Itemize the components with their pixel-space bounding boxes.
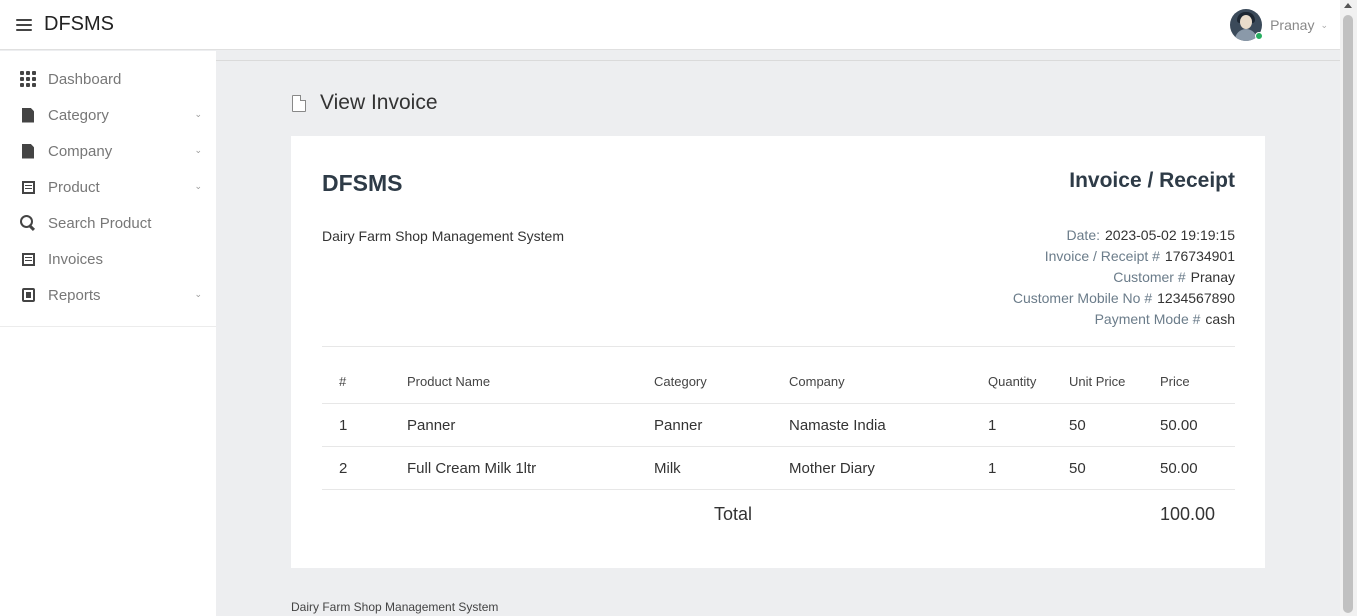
table-cell: 2	[339, 459, 348, 477]
list-icon	[20, 251, 36, 267]
table-cell: Milk	[654, 459, 681, 477]
vertical-scrollbar[interactable]	[1340, 0, 1357, 616]
sidebar-item-label: Category	[48, 106, 109, 124]
table-cell: Panner	[407, 416, 456, 434]
online-status-dot-icon	[1255, 32, 1264, 40]
page-title: View Invoice	[320, 91, 438, 114]
document-icon	[20, 143, 36, 159]
sidebar-item-product[interactable]: Product ⌄	[0, 169, 216, 205]
top-bar: DFSMS Pranay ⌄	[0, 0, 1340, 50]
table-cell: Mother Diary	[789, 459, 875, 477]
column-header: Product Name	[407, 374, 491, 389]
footer-text: Dairy Farm Shop Management System	[291, 600, 499, 614]
column-header: Quantity	[988, 374, 1037, 389]
column-header: Price	[1160, 374, 1190, 389]
report-icon	[20, 287, 36, 303]
table-cell: Namaste India	[789, 416, 886, 434]
content-divider	[216, 60, 1340, 61]
table-row: 2 Full Cream Milk 1ltr Milk Mother Diary…	[322, 447, 1235, 490]
column-header: #	[339, 374, 347, 389]
invoice-heading: Invoice / Receipt	[1069, 169, 1235, 192]
chevron-down-icon: ⌄	[194, 289, 202, 299]
sidebar-item-search-product[interactable]: Search Product	[0, 205, 216, 241]
app-brand[interactable]: DFSMS	[44, 13, 114, 36]
column-header: Category	[654, 374, 707, 389]
invoice-divider	[322, 346, 1235, 347]
chevron-down-icon: ⌄	[1320, 19, 1328, 30]
main-content: View Invoice DFSMS Invoice / Receipt Dai…	[216, 51, 1340, 616]
invoice-brand: DFSMS	[322, 170, 403, 196]
invoice-number: Invoice / Receipt #176734901	[1044, 248, 1235, 264]
total-value: 100.00	[1160, 504, 1216, 524]
hamburger-menu-icon[interactable]	[16, 18, 32, 31]
sidebar-item-company[interactable]: Company ⌄	[0, 133, 216, 169]
document-icon	[20, 107, 36, 123]
chevron-down-icon: ⌄	[194, 181, 202, 191]
sidebar-item-label: Company	[48, 142, 113, 160]
invoice-subtitle: Dairy Farm Shop Management System	[322, 228, 564, 244]
chevron-down-icon: ⌄	[194, 145, 202, 155]
invoice-payment-mode: Payment Mode # cash	[1094, 311, 1235, 327]
chevron-down-icon: ⌄	[194, 109, 202, 119]
table-cell: Full Cream Milk 1ltr	[407, 459, 537, 477]
user-name: Pranay	[1270, 17, 1315, 33]
table-cell: 1	[988, 416, 997, 434]
grid-icon	[20, 71, 36, 87]
table-header-row: # Product Name Category Company Quantity…	[322, 360, 1235, 404]
invoice-table: # Product Name Category Company Quantity…	[322, 360, 1235, 538]
sidebar-item-invoices[interactable]: Invoices	[0, 241, 216, 277]
user-menu[interactable]: Pranay ⌄	[1230, 9, 1328, 41]
page-header: View Invoice	[292, 91, 438, 115]
list-icon	[20, 179, 36, 195]
scrollbar-thumb[interactable]	[1343, 15, 1353, 613]
sidebar-item-label: Search Product	[48, 214, 152, 232]
table-row: 1 Panner Panner Namaste India 1 50 50.00	[322, 404, 1235, 447]
sidebar-item-label: Invoices	[48, 250, 104, 268]
sidebar-item-label: Product	[48, 178, 100, 196]
table-cell: 50.00	[1160, 416, 1198, 434]
invoice-customer: Customer # Pranay	[1113, 269, 1235, 285]
table-cell: Panner	[654, 416, 703, 434]
sidebar-item-label: Dashboard	[48, 70, 122, 88]
invoice-customer-mobile: Customer Mobile No #1234567890	[1012, 290, 1235, 306]
total-label: Total	[714, 504, 753, 524]
table-cell: 1	[339, 416, 348, 434]
sidebar-item-category[interactable]: Category ⌄	[0, 97, 216, 133]
sidebar-item-reports[interactable]: Reports ⌄	[0, 277, 216, 313]
sidebar-item-dashboard[interactable]: Dashboard	[0, 61, 216, 97]
invoice-meta: Date: 2023-05-02 19:19:15 Invoice / Recei…	[1013, 225, 1235, 330]
search-icon	[20, 215, 36, 231]
table-total-row: Total 100.00	[322, 490, 1235, 538]
page-icon	[292, 94, 306, 112]
sidebar: Dashboard Category ⌄ Company ⌄ Product ⌄…	[0, 51, 216, 616]
table-cell: 1	[988, 459, 997, 477]
sidebar-nav: Dashboard Category ⌄ Company ⌄ Product ⌄…	[0, 51, 216, 327]
column-header: Unit Price	[1069, 374, 1126, 389]
table-cell: 50.00	[1160, 459, 1198, 477]
invoice-card: DFSMS Invoice / Receipt Dairy Farm Shop …	[291, 136, 1265, 568]
scroll-up-arrow-icon[interactable]	[1344, 3, 1352, 8]
sidebar-item-label: Reports	[48, 286, 101, 304]
column-header: Company	[789, 374, 845, 389]
table-cell: 50	[1069, 416, 1086, 434]
invoice-date: Date: 2023-05-02 19:19:15	[1066, 227, 1235, 243]
table-cell: 50	[1069, 459, 1086, 477]
